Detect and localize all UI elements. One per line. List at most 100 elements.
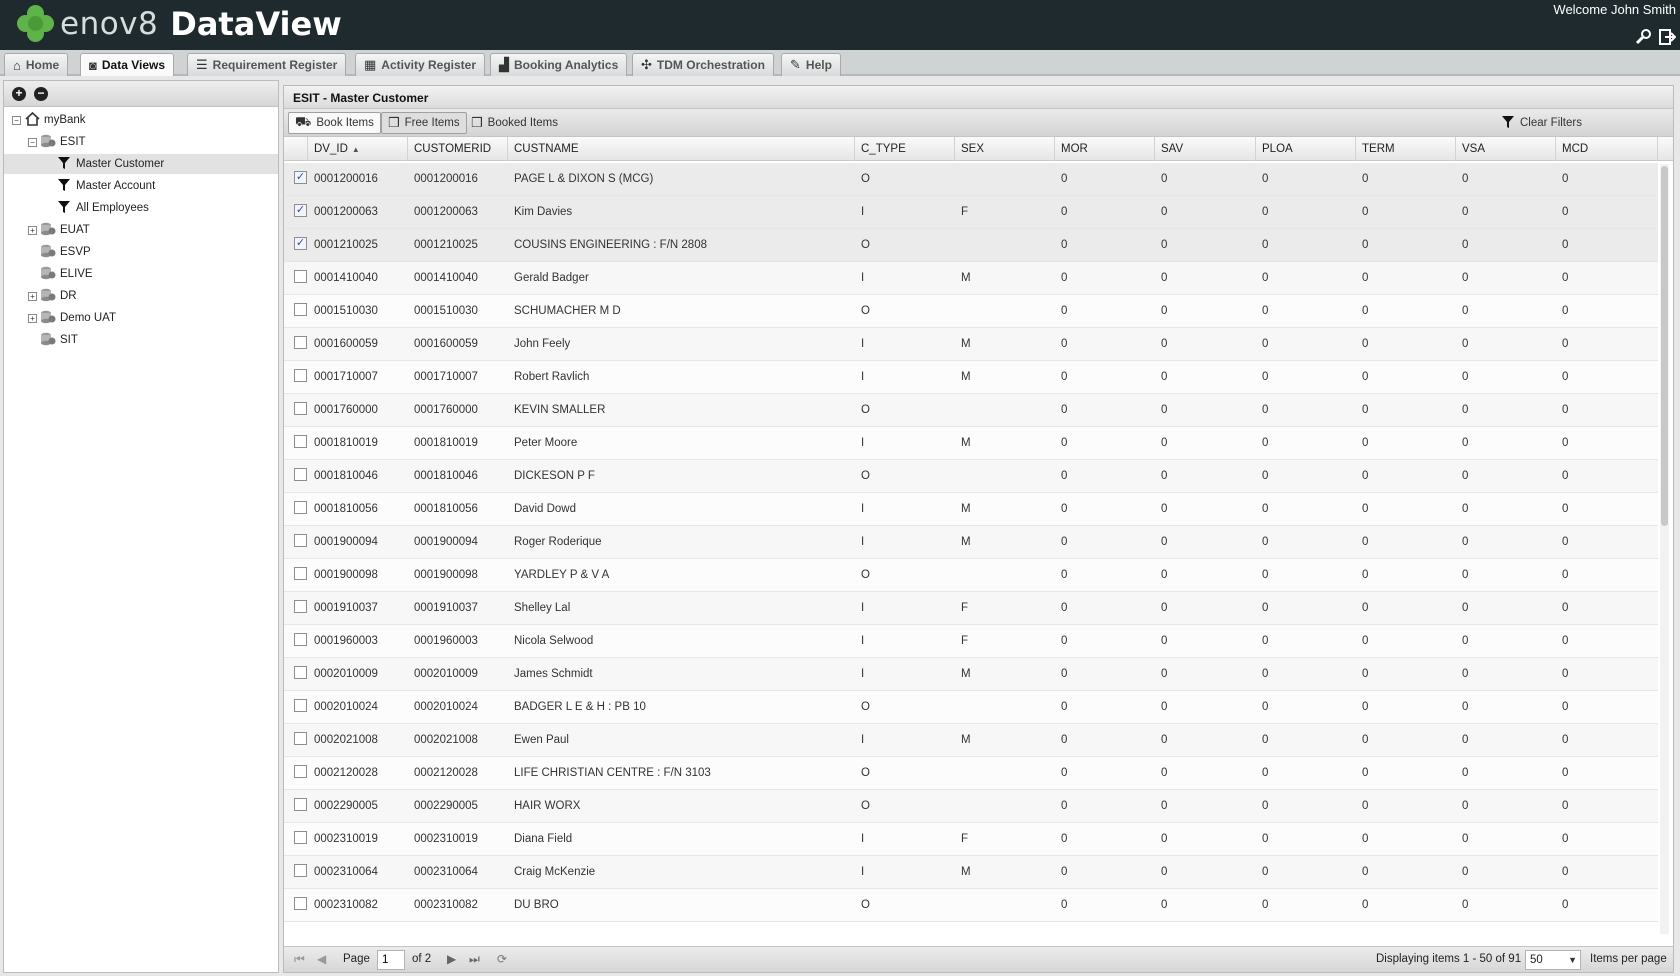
column-header-sav[interactable]: SAV: [1155, 137, 1256, 161]
tree-item-all-employees[interactable]: All Employees: [44, 198, 149, 218]
column-header-term[interactable]: TERM: [1356, 137, 1456, 161]
row-checkbox[interactable]: [294, 633, 307, 646]
tree-item-master-account[interactable]: Master Account: [44, 176, 155, 196]
tab-help[interactable]: ✎ Help: [781, 53, 841, 76]
table-row[interactable]: 0001710007 0001710007 Robert Ravlich I M 0 0 0 0…: [284, 361, 1658, 394]
column-header-mor[interactable]: MOR: [1055, 137, 1155, 161]
tree-item-esvp[interactable]: ESVP: [28, 242, 91, 262]
table-row[interactable]: 0002310064 0002310064 Craig McKenzie I M 0 0 0 0…: [284, 856, 1658, 889]
row-checkbox[interactable]: [294, 270, 307, 283]
column-header-c-type[interactable]: C_TYPE: [855, 137, 955, 161]
tab-data-views[interactable]: ◙ Data Views: [80, 53, 175, 76]
table-row[interactable]: 0002021008 0002021008 Ewen Paul I M 0 0 0 0 0 0: [284, 724, 1658, 757]
expand-icon[interactable]: +: [28, 291, 37, 301]
row-checkbox[interactable]: ✓: [294, 204, 307, 217]
table-row[interactable]: 0001910037 0001910037 Shelley Lal I F 0 0 0 0 0 0: [284, 592, 1658, 625]
expand-all-icon[interactable]: +: [12, 86, 26, 101]
row-checkbox[interactable]: [294, 501, 307, 514]
collapse-icon[interactable]: −: [28, 137, 37, 147]
table-row[interactable]: 0001810056 0001810056 David Dowd I M 0 0 0 0 0 0: [284, 493, 1658, 526]
table-row[interactable]: 0001960003 0001960003 Nicola Selwood I F 0 0 0 0…: [284, 625, 1658, 658]
book-items-button[interactable]: ⛟ Book Items: [288, 112, 381, 134]
row-checkbox[interactable]: [294, 336, 307, 349]
row-checkbox[interactable]: [294, 699, 307, 712]
column-header-vsa[interactable]: VSA: [1456, 137, 1556, 161]
tree-item-sit[interactable]: SIT: [28, 330, 78, 350]
tree-item-master-customer[interactable]: Master Customer: [4, 154, 278, 174]
refresh-icon[interactable]: ⟳: [497, 952, 507, 966]
collapse-all-icon[interactable]: −: [34, 86, 48, 101]
row-checkbox[interactable]: [294, 567, 307, 580]
column-header-dv-id[interactable]: DV_ID ▲: [308, 137, 408, 161]
tree-item-demo-uat[interactable]: + Demo UAT: [28, 308, 116, 328]
row-checkbox[interactable]: [294, 435, 307, 448]
previous-page-icon[interactable]: ◀: [317, 952, 326, 966]
column-header-sex[interactable]: SEX: [955, 137, 1055, 161]
table-row[interactable]: 0002010009 0002010009 James Schmidt I M 0 0 0 0 0…: [284, 658, 1658, 691]
table-row[interactable]: 0002310082 0002310082 DU BRO O 0 0 0 0 0 0: [284, 889, 1658, 922]
column-header-custname[interactable]: CUSTNAME: [508, 137, 855, 161]
tree-item-elive[interactable]: ELIVE: [28, 264, 93, 284]
scrollbar-thumb[interactable]: [1661, 166, 1668, 526]
booked-items-button[interactable]: ❒ Booked Items: [465, 112, 564, 134]
row-checkbox[interactable]: [294, 897, 307, 910]
row-checkbox[interactable]: [294, 468, 307, 481]
clear-filters-button[interactable]: Clear Filters: [1495, 112, 1588, 134]
items-per-page-select[interactable]: 50 ▼: [1525, 950, 1581, 970]
table-row[interactable]: 0002010024 0002010024 BADGER L E & H : PB …: [284, 691, 1658, 724]
expand-icon[interactable]: +: [28, 225, 37, 235]
cell-customerid: 0001210025: [414, 239, 478, 251]
table-row[interactable]: 0002120028 0002120028 LIFE CHRISTIAN CENTR…: [284, 757, 1658, 790]
column-header-mcd[interactable]: MCD: [1556, 137, 1658, 161]
table-row[interactable]: 0001900098 0001900098 YARDLEY P & V A O 0 0 0 0…: [284, 559, 1658, 592]
first-page-icon[interactable]: ⏮: [294, 952, 305, 967]
row-checkbox[interactable]: [294, 666, 307, 679]
table-row[interactable]: 0001410040 0001410040 Gerald Badger I M 0 0 0 0 0…: [284, 262, 1658, 295]
tab-home[interactable]: ⌂ Home: [4, 53, 69, 76]
tab-activity-register[interactable]: ▦ Activity Register: [355, 53, 485, 76]
row-checkbox[interactable]: [294, 864, 307, 877]
panel-title: ESIT - Master Customer: [284, 86, 1673, 109]
row-checkbox[interactable]: ✓: [294, 237, 307, 250]
collapse-icon[interactable]: −: [12, 115, 21, 125]
row-checkbox[interactable]: [294, 798, 307, 811]
cell-custname: HAIR WORX: [514, 800, 581, 812]
table-row[interactable]: ✓ 0001200063 0001200063 Kim Davies I F 0 0 0 0 0 0: [284, 196, 1658, 229]
tree-item-dr[interactable]: + DR: [28, 286, 77, 306]
row-checkbox[interactable]: [294, 369, 307, 382]
table-row[interactable]: 0001810046 0001810046 DICKESON P F O 0 0 0 0 0 0: [284, 460, 1658, 493]
expand-icon[interactable]: +: [28, 313, 37, 323]
table-row[interactable]: 0001510030 0001510030 SCHUMACHER M D O 0 0 0 0 0…: [284, 295, 1658, 328]
row-checkbox[interactable]: [294, 534, 307, 547]
row-checkbox[interactable]: [294, 831, 307, 844]
row-checkbox[interactable]: [294, 600, 307, 613]
table-row[interactable]: ✓ 0001210025 0001210025 COUSINS ENGINEERING…: [284, 229, 1658, 262]
row-checkbox[interactable]: [294, 765, 307, 778]
table-row[interactable]: ✓ 0001200016 0001200016 PAGE L & DIXON S (M…: [284, 163, 1658, 196]
settings-tools-icon[interactable]: [1634, 28, 1652, 46]
table-row[interactable]: 0001600059 0001600059 John Feely I M 0 0 0 0 0 0: [284, 328, 1658, 361]
last-page-icon[interactable]: ⏭: [469, 952, 480, 967]
next-page-icon[interactable]: ▶: [447, 952, 456, 966]
tree-item-mybank[interactable]: − myBank: [12, 110, 86, 130]
logout-icon[interactable]: [1658, 28, 1677, 46]
row-checkbox[interactable]: [294, 732, 307, 745]
tab-tdm-orchestration[interactable]: ✣ TDM Orchestration: [632, 53, 774, 76]
table-row[interactable]: 0001900094 0001900094 Roger Roderique I M 0 0 0…: [284, 526, 1658, 559]
tree-item-esit[interactable]: − ESIT: [28, 132, 86, 152]
table-row[interactable]: 0002290005 0002290005 HAIR WORX O 0 0 0 0 0 0: [284, 790, 1658, 823]
column-header-customerid[interactable]: CUSTOMERID: [408, 137, 508, 161]
row-checkbox[interactable]: ✓: [294, 171, 307, 184]
column-header-ploa[interactable]: PLOA: [1256, 137, 1356, 161]
table-row[interactable]: 0001760000 0001760000 KEVIN SMALLER O 0 0 0 0 0 0: [284, 394, 1658, 427]
free-items-button[interactable]: ❒ Free Items: [381, 112, 467, 134]
grid-scrollbar[interactable]: [1660, 164, 1669, 934]
tree-item-euat[interactable]: + EUAT: [28, 220, 90, 240]
row-checkbox[interactable]: [294, 303, 307, 316]
tab-requirement-register[interactable]: ☰ Requirement Register: [187, 53, 347, 76]
row-checkbox[interactable]: [294, 402, 307, 415]
page-number-input[interactable]: [377, 950, 405, 970]
table-row[interactable]: 0002310019 0002310019 Diana Field I F 0 0 0 0 0 0: [284, 823, 1658, 856]
table-row[interactable]: 0001810019 0001810019 Peter Moore I M 0 0 0 0 0 0: [284, 427, 1658, 460]
tab-booking-analytics[interactable]: ▟ Booking Analytics: [490, 53, 628, 76]
